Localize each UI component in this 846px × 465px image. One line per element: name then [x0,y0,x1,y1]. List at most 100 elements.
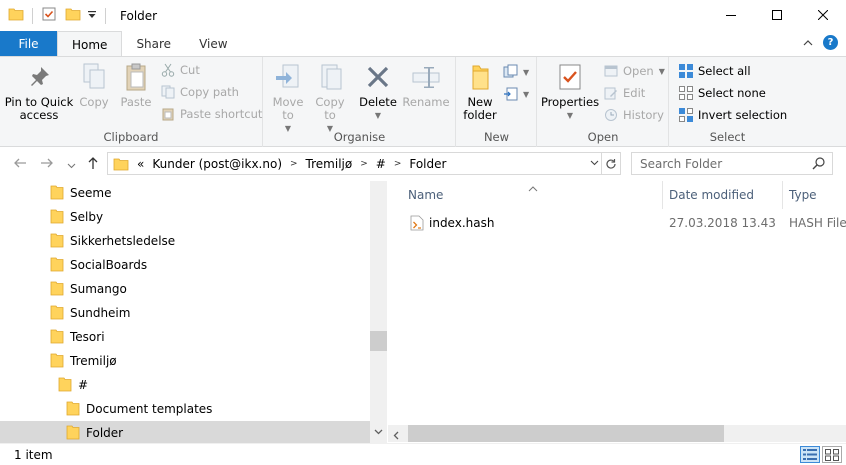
tree-item-seeme[interactable]: Seeme [0,181,370,205]
hash-file-icon [410,215,424,231]
address-dropdown-icon[interactable] [590,158,599,170]
tree-item-label: Sikkerhetsledelse [70,234,176,248]
history-button[interactable]: History [603,105,664,125]
tab-file[interactable]: File [0,31,57,57]
properties-caret-icon: ▼ [566,111,574,120]
file-list[interactable]: Name Date modified Type index.hash 27.03… [388,181,846,443]
paste-button[interactable]: Paste [117,61,155,109]
details-view-button[interactable] [800,446,820,463]
tree-item-tremiljo[interactable]: Tremiljø [0,349,370,373]
move-to-button[interactable]: Move to ▼ [270,61,306,135]
scrollbar-thumb[interactable] [370,331,387,351]
select-all-icon [678,63,694,79]
new-item-icon [503,64,519,80]
tree-item-hash[interactable]: # [0,373,370,397]
collapse-ribbon-icon[interactable] [803,36,813,50]
tree-item-label: Selby [70,210,104,224]
history-label: History [623,108,664,122]
sort-ascending-icon [528,181,538,195]
breadcrumb-overflow[interactable]: « [137,157,144,171]
file-row[interactable]: index.hash 27.03.2018 13.43 HASH File [388,211,846,235]
tree-item-label: Tesori [70,330,105,344]
tree-item-document-templates[interactable]: Document templates [0,397,370,421]
search-icon[interactable] [812,156,826,173]
new-folder-qa-icon[interactable] [65,6,81,25]
tab-view[interactable]: View [185,31,241,57]
copy-to-button[interactable]: Copy to ▼ [312,61,348,135]
tree-item-sumango[interactable]: Sumango [0,277,370,301]
tree-item-sikkerhetsledelse[interactable]: Sikkerhetsledelse [0,229,370,253]
search-input[interactable]: Search Folder [640,157,722,171]
address-bar[interactable]: « Kunder (post@ikx.no) > Tremiljø > # > … [107,152,621,175]
forward-arrow-icon[interactable] [40,156,54,174]
breadcrumb-separator-icon[interactable]: > [360,159,368,169]
new-item-button[interactable]: ▼ [503,62,529,82]
breadcrumb-folder[interactable]: Folder [409,157,446,171]
help-icon[interactable]: ? [823,35,838,50]
column-divider[interactable] [662,181,663,209]
tree-item-sundheim[interactable]: Sundheim [0,301,370,325]
properties-button[interactable]: Properties ▼ [540,61,600,122]
breadcrumb-hash[interactable]: # [376,157,386,171]
breadcrumb-tremiljo[interactable]: Tremiljø [306,157,353,171]
search-box[interactable]: Search Folder [631,152,833,175]
open-icon [603,63,619,79]
new-folder-label: New folder [463,95,497,122]
open-label: Open [623,64,654,78]
paste-shortcut-button[interactable]: Paste shortcut [160,104,262,124]
edit-button[interactable]: Edit [603,83,645,103]
properties-qa-icon[interactable] [41,6,57,25]
open-caret-icon: ▼ [658,66,665,76]
navigation-pane[interactable]: Seeme Selby Sikkerhetsledelse SocialBoar… [0,181,387,443]
delete-button[interactable]: Delete ▼ [359,61,397,122]
paste-shortcut-icon [160,106,176,122]
refresh-button[interactable] [601,152,621,175]
breadcrumb-separator-icon[interactable]: > [394,159,402,169]
back-arrow-icon[interactable] [13,156,27,174]
tab-share[interactable]: Share [122,31,185,57]
paste-label: Paste [120,95,152,109]
file-name-cell: index.hash [410,211,494,235]
scroll-left-icon[interactable] [393,429,399,443]
rename-button[interactable]: Rename [402,61,450,109]
scroll-down-icon[interactable] [374,424,383,438]
navigation-pane-scrollbar[interactable] [370,181,387,443]
up-arrow-icon[interactable] [86,156,100,174]
pin-to-quick-access-button[interactable]: Pin to Quick access [4,61,74,122]
select-all-button[interactable]: Select all [678,61,751,81]
minimize-button[interactable] [708,0,754,31]
maximize-button[interactable] [754,0,800,31]
tree-item-selby[interactable]: Selby [0,205,370,229]
tree-item-socialboards[interactable]: SocialBoards [0,253,370,277]
file-list-horizontal-scrollbar[interactable] [388,425,846,442]
column-header-date-modified[interactable]: Date modified [669,181,754,209]
breadcrumb-separator-icon[interactable]: > [290,159,298,169]
breadcrumb-kunder[interactable]: Kunder (post@ikx.no) [152,157,282,171]
folder-icon [50,328,64,347]
column-divider[interactable] [782,181,783,209]
new-folder-button[interactable]: New folder [461,61,499,122]
select-none-button[interactable]: Select none [678,83,766,103]
recent-locations-icon[interactable] [67,158,76,174]
organise-group: Move to ▼ Copy to ▼ Delete ▼ Rename Orga… [264,57,456,147]
tab-home[interactable]: Home [57,31,123,57]
properties-label: Properties [540,95,600,109]
close-button[interactable] [800,0,846,31]
invert-selection-button[interactable]: Invert selection [678,105,787,125]
copy-button[interactable]: Copy [76,61,112,109]
cut-button[interactable]: Cut [160,60,200,80]
pin-label: Pin to Quick access [4,95,74,122]
tree-item-tesori[interactable]: Tesori [0,325,370,349]
copy-path-button[interactable]: Copy path [160,82,239,102]
open-button[interactable]: Open ▼ [603,61,665,81]
tree-item-folder[interactable]: Folder [0,421,370,443]
column-header-type[interactable]: Type [789,181,817,209]
copy-icon [78,61,110,93]
tree-item-label: # [78,378,89,392]
customize-qa-dropdown-icon[interactable] [87,9,97,23]
scrollbar-thumb[interactable] [408,425,724,442]
column-header-name[interactable]: Name [408,181,443,209]
large-icons-view-button[interactable] [822,446,842,463]
refresh-icon [606,158,616,169]
easy-access-button[interactable]: ▼ [503,84,529,104]
